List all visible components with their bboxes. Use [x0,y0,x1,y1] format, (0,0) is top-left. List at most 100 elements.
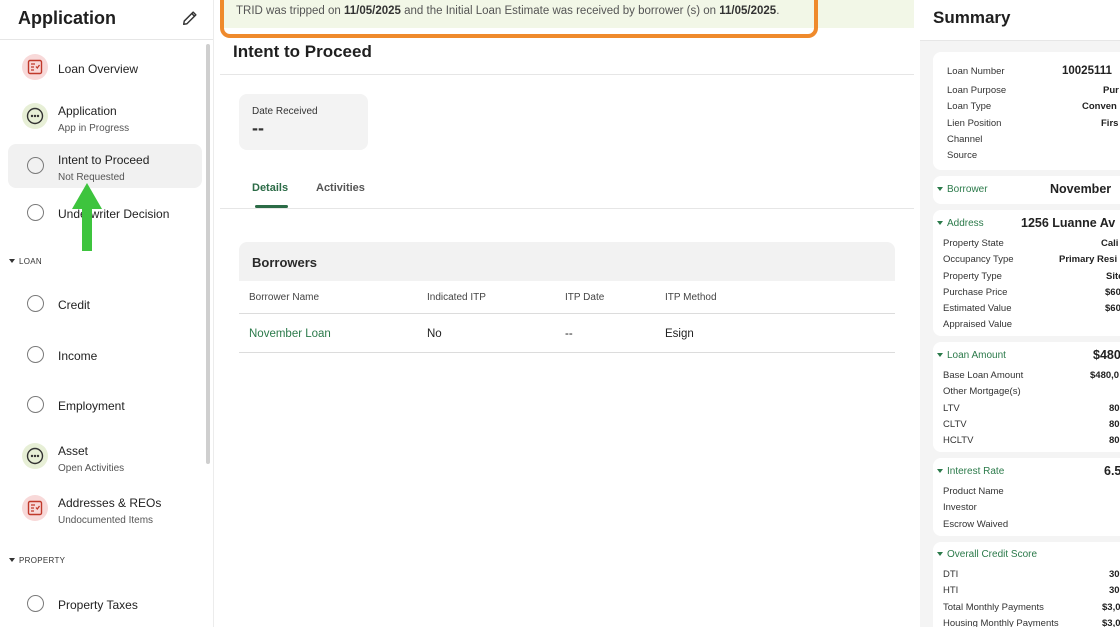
summary-label: HTI [943,585,959,596]
itp-method-cell: Esign [665,328,694,340]
caret-down-icon [937,469,943,473]
sidebar-item-asset[interactable]: Asset Open Activities [8,434,202,478]
sidebar-title: Application [18,8,116,28]
summary-value: $3,0 [1102,602,1120,613]
sidebar-item-label: Asset [58,444,89,458]
loan-info-card: Loan Number 10025111 Loan Purpose Pur Lo… [933,52,1120,170]
sidebar-item-employment[interactable]: Employment [8,383,202,427]
banner-text: TRID was tripped on 11/05/2025 and the I… [236,5,780,17]
sidebar-item-loan-overview[interactable]: Loan Overview [8,46,202,90]
summary-label: Other Mortgage(s) [943,386,1021,397]
borrower-value: November [1050,182,1112,196]
summary-label: DTI [943,569,959,580]
interest-rate-value: 6.5 [1104,464,1120,478]
sidebar-item-income[interactable]: Income [8,333,202,377]
trid-banner: TRID was tripped on 11/05/2025 and the I… [220,0,914,38]
tab-details[interactable]: Details [252,182,288,194]
address-card: Address 1256 Luanne Av Property State Ca… [933,210,1120,336]
summary-label: Housing Monthly Payments [943,618,1059,627]
itp-date-cell: -- [565,328,573,340]
summary-label: Loan Type [947,101,992,112]
sidebar-item-credit[interactable]: Credit [8,282,202,326]
summary-value: 30 [1109,585,1120,596]
pencil-edit-icon[interactable] [181,9,199,27]
divider [239,352,895,353]
section-toggle-property[interactable]: PROPERTY [9,556,65,565]
borrower-section-toggle[interactable]: Borrower [937,184,988,195]
column-header-itp-date: ITP Date [565,292,605,303]
divider [220,208,914,209]
interest-rate-card: Interest Rate 6.5 Product Name Investor … [933,458,1120,536]
summary-value: 80 [1109,403,1120,414]
summary-value: $480,0 [1090,370,1120,381]
credit-score-section-toggle[interactable]: Overall Credit Score [937,549,1037,560]
summary-label: Appraised Value [943,319,1013,330]
in-progress-icon [22,103,48,129]
address-section-toggle[interactable]: Address [937,218,984,229]
summary-value: Pur [1103,85,1119,96]
caret-down-icon [937,221,943,225]
summary-label: Estimated Value [943,303,1012,314]
divider [239,313,895,314]
borrowers-header: Borrowers [239,242,895,281]
address-value: 1256 Luanne Av [1021,216,1116,230]
summary-value: 80 [1109,419,1120,430]
sidebar-item-status: App in Progress [58,123,130,134]
sidebar-item-application[interactable]: Application App in Progress [8,94,202,138]
arrow-up-icon [72,183,102,251]
column-header-borrower-name: Borrower Name [249,292,320,303]
caret-down-icon [937,353,943,357]
sidebar-item-property-taxes[interactable]: Property Taxes [8,582,202,626]
caret-down-icon [9,259,15,263]
summary-header: Summary [920,0,1120,41]
date-received-card: Date Received -- [239,94,368,150]
summary-label: Channel [947,134,983,145]
sidebar-item-label: Loan Overview [58,62,139,76]
sidebar-scrollbar[interactable] [206,44,210,464]
summary-label: HCLTV [943,435,974,446]
indicated-itp-cell: No [427,328,442,340]
summary-label: Base Loan Amount [943,370,1024,381]
summary-value: Firs [1101,118,1119,129]
sidebar-item-underwriter-decision[interactable]: Underwriter Decision [8,191,202,235]
tab-activities[interactable]: Activities [316,182,365,194]
summary-panel: Summary Loan Number 10025111 Loan Purpos… [920,0,1120,627]
summary-label: Total Monthly Payments [943,602,1044,613]
summary-label: LTV [943,403,960,414]
section-toggle-loan[interactable]: LOAN [9,257,42,266]
summary-value: 30 [1109,569,1120,580]
loan-amount-card: Loan Amount $480 Base Loan Amount $480,0… [933,342,1120,452]
sidebar-item-label: Credit [58,298,91,312]
sidebar-item-label: Employment [58,399,125,413]
summary-value: $60 [1105,287,1120,298]
sidebar-header: Application [0,0,213,40]
summary-label: Lien Position [947,118,1002,129]
caret-down-icon [937,552,943,556]
column-header-indicated-itp: Indicated ITP [427,292,486,303]
summary-title: Summary [933,8,1011,27]
empty-circle-icon [27,396,44,413]
summary-value: Primary Resi [1059,254,1118,265]
sidebar-item-label: Addresses & REOs [58,496,162,510]
sidebar-item-label: Income [58,349,98,363]
credit-score-card: Overall Credit Score DTI 30 HTI 30 Total… [933,542,1120,627]
document-check-icon [22,54,48,80]
sidebar-item-label: Application [58,104,117,118]
empty-circle-icon [27,346,44,363]
sidebar-item-label: Property Taxes [58,598,138,612]
sidebar-item-addresses-reos[interactable]: Addresses & REOs Undocumented Items [8,486,202,530]
empty-circle-icon [27,157,44,174]
summary-value: Conven [1082,101,1117,112]
summary-label: Property State [943,238,1004,249]
main-content: TRID was tripped on 11/05/2025 and the I… [220,0,914,627]
borrower-name-link[interactable]: November Loan [249,328,331,340]
interest-rate-section-toggle[interactable]: Interest Rate [937,466,1004,477]
summary-value: 80 [1109,435,1120,446]
loan-amount-section-toggle[interactable]: Loan Amount [937,350,1006,361]
sidebar-item-label: Intent to Proceed [58,153,150,167]
summary-label: Product Name [943,486,1004,497]
sidebar: Application Loan Overview Application Ap… [0,0,214,627]
loan-number-value: 10025111 [1062,65,1112,77]
sidebar-item-intent-to-proceed[interactable]: Intent to Proceed Not Requested [8,144,202,188]
summary-label: CLTV [943,419,967,430]
